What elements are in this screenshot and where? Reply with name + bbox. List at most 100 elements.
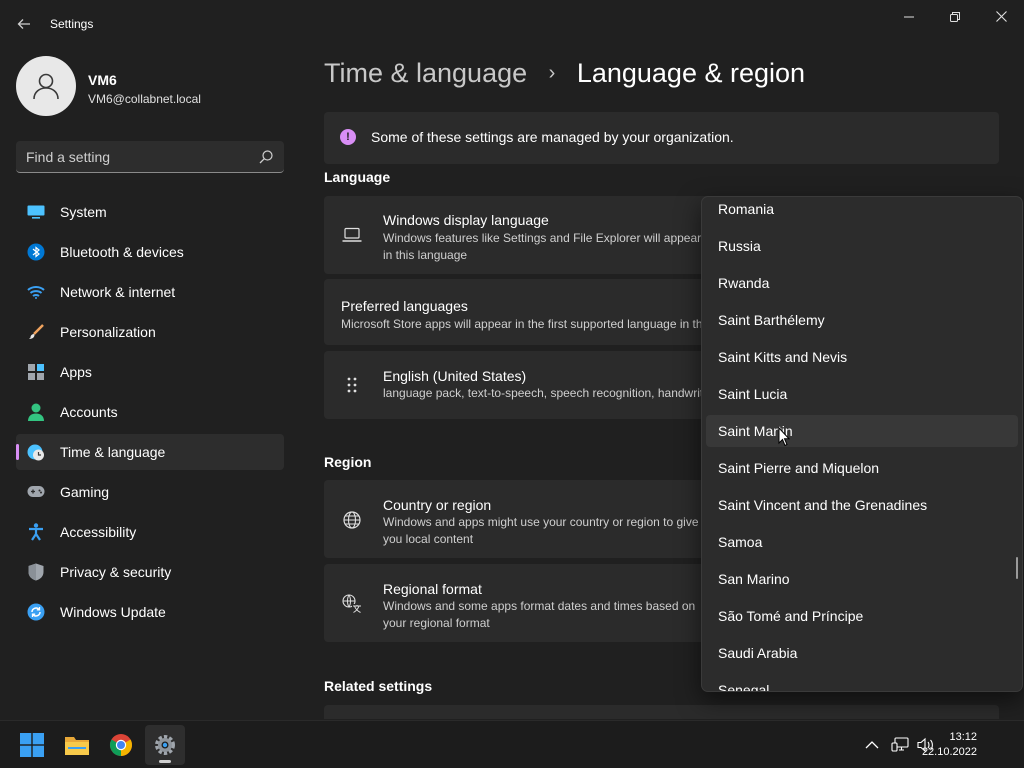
org-managed-banner: ! Some of these settings are managed by … [324,112,999,164]
file-explorer-button[interactable] [57,725,97,765]
sidebar-item-personalization[interactable]: Personalization [16,314,284,350]
clock-time: 13:12 [949,731,977,743]
country-dropdown-list[interactable]: Romania Russia Rwanda Saint Barthélemy S… [701,196,1023,692]
apps-icon [27,363,45,381]
user-icon [33,73,59,100]
card-title: Preferred languages [341,298,468,314]
back-arrow-icon [17,19,30,29]
dropdown-option[interactable]: São Tomé and Príncipe [706,600,1018,632]
page-title: Language & region [576,58,806,88]
language-icon [342,594,362,614]
title-bar: Settings [0,0,1024,48]
avatar[interactable] [16,56,76,116]
mouse-cursor-icon [778,427,790,447]
related-settings-card[interactable] [324,705,999,719]
sidebar-item-label: Personalization [60,324,156,340]
card-title: Country or region [383,497,492,513]
system-clock[interactable]: 13:12 22.10.2022 [922,730,977,760]
card-title: Windows display language [383,212,549,228]
card-title: English (United States) [383,368,527,384]
sidebar-item-apps[interactable]: Apps [16,354,284,390]
wifi-icon [27,283,45,301]
sidebar-item-system[interactable]: System [16,194,284,230]
card-description: Windows and some apps format dates and t… [383,599,696,630]
sidebar-item-label: Windows Update [60,604,166,620]
bluetooth-icon [27,243,45,261]
chrome-button[interactable] [101,725,141,765]
dropdown-scrollbar[interactable] [1016,557,1018,579]
globe-icon [342,510,362,530]
sidebar-item-accounts[interactable]: Accounts [16,394,284,430]
dropdown-option[interactable]: San Marino [706,563,1018,595]
dropdown-option[interactable]: Samoa [706,526,1018,558]
restore-button[interactable] [932,4,978,32]
sidebar-item-network[interactable]: Network & internet [16,274,284,310]
profile-email: VM6@collabnet.local [88,92,201,106]
profile-name: VM6 [88,72,117,88]
sidebar-item-label: Privacy & security [60,564,172,580]
update-icon [27,603,45,621]
sidebar-item-gaming[interactable]: Gaming [16,474,284,510]
dropdown-option[interactable]: Saint Kitts and Nevis [706,341,1018,373]
dropdown-option[interactable]: Rwanda [706,267,1018,299]
dropdown-option[interactable]: Saint Lucia [706,378,1018,410]
dropdown-option[interactable]: Saudi Arabia [706,637,1018,669]
dropdown-option[interactable]: Saint Pierre and Miquelon [706,452,1018,484]
sidebar-item-label: Network & internet [60,284,176,300]
breadcrumb: Time & language › Language & region [324,58,805,89]
brush-icon [27,323,45,341]
shield-icon [27,563,45,581]
sidebar-item-privacy[interactable]: Privacy & security [16,554,284,590]
card-description: Windows and apps might use your country … [383,515,699,546]
sidebar-item-label: Time & language [60,444,166,460]
sidebar-item-bluetooth[interactable]: Bluetooth & devices [16,234,284,270]
gamepad-icon [27,483,45,501]
card-description: Windows features like Settings and File … [383,231,702,262]
accessibility-icon [27,523,45,541]
close-button[interactable] [978,4,1024,32]
app-title: Settings [50,17,94,31]
dropdown-option[interactable]: Saint Vincent and the Grenadines [706,489,1018,521]
chevron-up-icon[interactable] [862,735,882,755]
network-icon[interactable] [890,735,910,755]
restore-icon [950,12,960,22]
back-button[interactable] [12,12,36,36]
settings-taskbar-button[interactable] [145,725,185,765]
related-settings-title: Related settings [324,678,433,694]
clock-date: 22.10.2022 [921,746,977,758]
dropdown-option[interactable]: Russia [706,230,1018,262]
chevron-right-icon: › [548,62,556,84]
start-button[interactable] [12,725,52,765]
dropdown-option-hovered[interactable]: Saint Martin [706,415,1018,447]
drag-handle-icon[interactable] [342,375,362,395]
breadcrumb-parent[interactable]: Time & language [324,58,527,88]
minimize-button[interactable] [886,4,932,32]
sidebar-item-label: Accessibility [60,524,137,540]
sidebar-item-accessibility[interactable]: Accessibility [16,514,284,550]
sidebar-item-windows-update[interactable]: Windows Update [16,594,284,630]
taskbar: 13:12 22.10.2022 [0,720,1024,768]
region-section-title: Region [324,454,372,470]
sidebar-nav: System Bluetooth & devices Network & int… [16,194,284,634]
search-box[interactable] [16,141,284,173]
search-icon [259,150,273,164]
dropdown-option[interactable]: Saint Barthélemy [706,304,1018,336]
sidebar-item-label: Gaming [60,484,110,500]
close-icon [995,11,1007,22]
sidebar-item-time-language[interactable]: Time & language [16,434,284,470]
settings-icon [155,735,175,755]
info-icon: ! [340,129,356,145]
globe-clock-icon [27,443,45,461]
sidebar-item-label: System [60,204,107,220]
card-description: Microsoft Store apps will appear in the … [341,317,730,331]
sidebar-item-label: Bluetooth & devices [60,244,184,260]
sidebar-item-label: Accounts [60,404,118,420]
org-managed-text: Some of these settings are managed by yo… [371,129,734,145]
search-input[interactable] [26,148,246,166]
sidebar-item-label: Apps [60,364,92,380]
laptop-icon [342,225,362,245]
dropdown-option[interactable]: Senegal [706,674,1018,691]
minimize-icon [904,16,914,18]
system-icon [27,203,45,221]
dropdown-option[interactable]: Romania [706,197,1018,225]
